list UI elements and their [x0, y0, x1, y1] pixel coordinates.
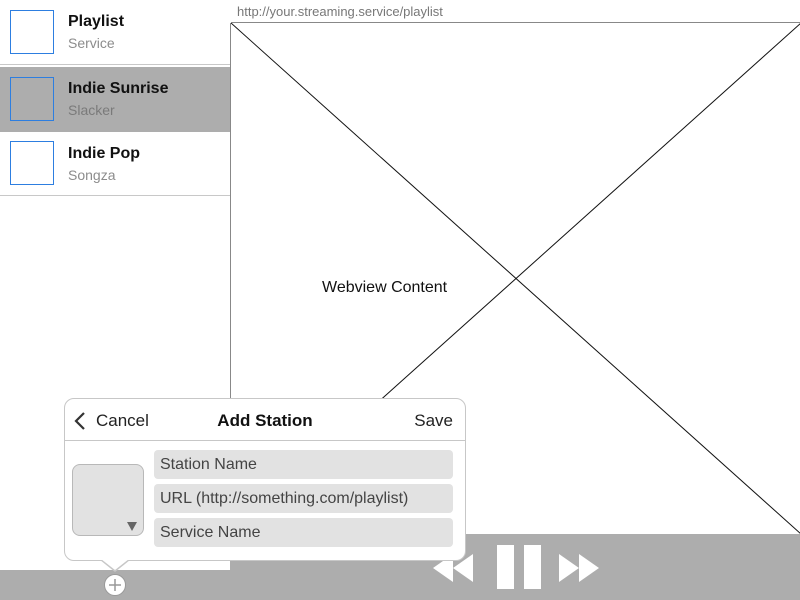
list-item[interactable]: Indie Sunrise Slacker — [0, 67, 230, 132]
station-thumbnail — [10, 77, 54, 121]
list-item[interactable]: Indie Pop Songza — [0, 132, 230, 196]
url-field[interactable] — [154, 484, 453, 513]
list-item[interactable]: Playlist Service — [0, 0, 230, 65]
cancel-button[interactable]: Cancel — [96, 411, 149, 431]
webview-label: Webview Content — [322, 279, 448, 296]
url-text: http://your.streaming.service/playlist — [237, 4, 443, 19]
station-image-picker[interactable] — [72, 464, 144, 536]
station-name-field[interactable] — [154, 450, 453, 479]
popover-arrow-fill — [101, 559, 129, 570]
station-title: Indie Pop — [68, 145, 140, 162]
station-thumbnail — [10, 141, 54, 185]
url-bar[interactable]: http://your.streaming.service/playlist — [231, 0, 800, 23]
add-station-popover: Add Station Cancel Save — [64, 398, 466, 561]
save-button[interactable]: Save — [414, 411, 453, 431]
popover-header: Add Station Cancel Save — [65, 399, 465, 441]
pause-icon[interactable] — [497, 545, 543, 589]
station-title: Playlist — [68, 13, 125, 30]
add-station-button[interactable] — [104, 574, 126, 596]
plus-icon — [109, 579, 121, 591]
station-service: Slacker — [68, 102, 115, 118]
dropdown-caret-icon — [127, 522, 137, 531]
station-service: Service — [68, 35, 115, 51]
station-service: Songza — [68, 167, 116, 183]
station-title: Indie Sunrise — [68, 80, 169, 97]
service-name-field[interactable] — [154, 518, 453, 547]
fast-forward-icon[interactable] — [557, 554, 601, 582]
station-thumbnail — [10, 10, 54, 54]
